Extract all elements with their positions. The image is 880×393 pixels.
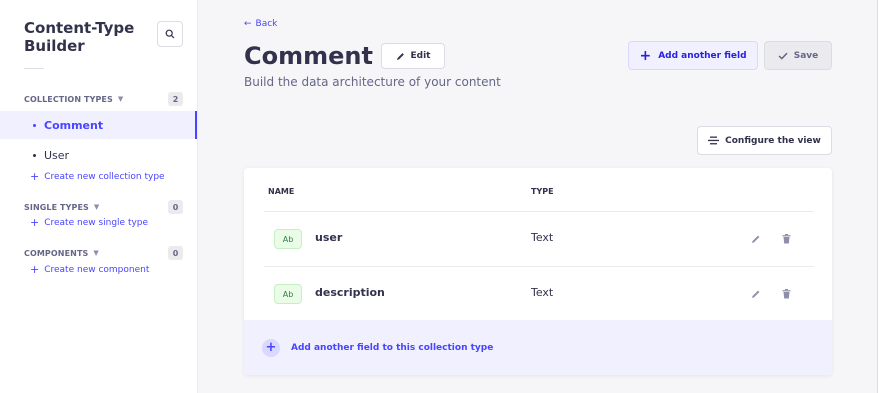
- edit-field-button[interactable]: [749, 287, 763, 301]
- trash-icon: [782, 234, 790, 244]
- bullet-icon: [33, 123, 36, 127]
- fields-table: NAME TYPE Ab user Text Ab description Te…: [244, 168, 832, 375]
- edit-label: Edit: [410, 51, 431, 61]
- field-type: Text: [531, 231, 554, 244]
- configure-label: Configure the view: [725, 135, 821, 146]
- field-name: description: [315, 286, 385, 299]
- sidebar-item-user[interactable]: User: [0, 141, 197, 169]
- section-label: COMPONENTS: [24, 248, 89, 258]
- table-row: Ab description Text: [244, 267, 832, 321]
- sidebar-search-button[interactable]: [157, 21, 183, 47]
- delete-field-button[interactable]: [779, 232, 793, 246]
- pencil-icon: [752, 290, 760, 298]
- section-collection-types[interactable]: COLLECTION TYPES ▼: [24, 92, 123, 106]
- plus-icon: +: [30, 170, 40, 183]
- text-type-badge: Ab: [274, 284, 302, 304]
- field-name: user: [315, 231, 343, 244]
- bullet-icon: [33, 153, 36, 157]
- save-label: Save: [793, 50, 819, 61]
- collection-types-count: 2: [168, 92, 183, 106]
- text-type-badge: Ab: [274, 229, 302, 249]
- create-collection-type-link[interactable]: + Create new collection type: [30, 170, 165, 183]
- arrow-left-icon: ←: [244, 19, 252, 29]
- layout-lines-icon: [708, 136, 720, 145]
- plus-icon: +: [30, 216, 40, 229]
- pencil-icon: [752, 235, 760, 243]
- plus-icon: +: [262, 338, 280, 357]
- configure-view-button[interactable]: Configure the view: [697, 126, 832, 155]
- link-label: Create new single type: [44, 217, 149, 228]
- page-subtitle: Build the data architecture of your cont…: [244, 75, 501, 89]
- page-title: Comment: [244, 42, 373, 70]
- chevron-down-icon: ▼: [93, 203, 100, 211]
- back-label: Back: [255, 19, 278, 29]
- chevron-down-icon: ▼: [93, 249, 99, 257]
- column-header-type: TYPE: [531, 187, 554, 196]
- pencil-icon: [396, 52, 404, 60]
- save-button[interactable]: Save: [764, 41, 832, 70]
- table-row: Ab user Text: [244, 212, 832, 266]
- search-icon: [165, 29, 175, 39]
- column-header-name: NAME: [268, 187, 295, 196]
- trash-icon: [782, 289, 790, 299]
- add-field-label: Add another field: [658, 50, 747, 61]
- back-link[interactable]: ← Back: [244, 19, 277, 29]
- check-icon: [778, 52, 788, 60]
- create-component-link[interactable]: + Create new component: [30, 263, 149, 276]
- sidebar-item-label: Comment: [44, 118, 104, 132]
- link-label: Create new component: [44, 264, 150, 275]
- field-type: Text: [531, 286, 554, 299]
- single-types-count: 0: [168, 200, 183, 214]
- sidebar-item-label: User: [44, 148, 70, 162]
- delete-field-button[interactable]: [779, 287, 793, 301]
- section-components[interactable]: COMPONENTS ▼: [24, 246, 99, 260]
- sidebar-title: Content-Type Builder: [24, 19, 135, 55]
- section-label: SINGLE TYPES: [24, 202, 89, 212]
- edit-button[interactable]: Edit: [381, 43, 445, 69]
- add-field-footer-button[interactable]: + Add another field to this collection t…: [244, 320, 832, 375]
- edit-field-button[interactable]: [749, 232, 763, 246]
- add-another-field-button[interactable]: + Add another field: [628, 41, 758, 70]
- link-label: Create new collection type: [44, 171, 165, 182]
- section-label: COLLECTION TYPES: [24, 94, 113, 104]
- section-single-types[interactable]: SINGLE TYPES ▼: [24, 200, 99, 214]
- chevron-down-icon: ▼: [117, 95, 124, 103]
- sidebar: Content-Type Builder COLLECTION TYPES ▼ …: [0, 0, 198, 393]
- components-count: 0: [168, 246, 183, 260]
- add-field-footer-label: Add another field to this collection typ…: [291, 342, 494, 353]
- plus-icon: +: [639, 47, 652, 64]
- sidebar-item-comment[interactable]: Comment: [0, 111, 197, 139]
- plus-icon: +: [30, 263, 40, 276]
- create-single-type-link[interactable]: + Create new single type: [30, 216, 148, 229]
- sidebar-divider: [24, 68, 44, 69]
